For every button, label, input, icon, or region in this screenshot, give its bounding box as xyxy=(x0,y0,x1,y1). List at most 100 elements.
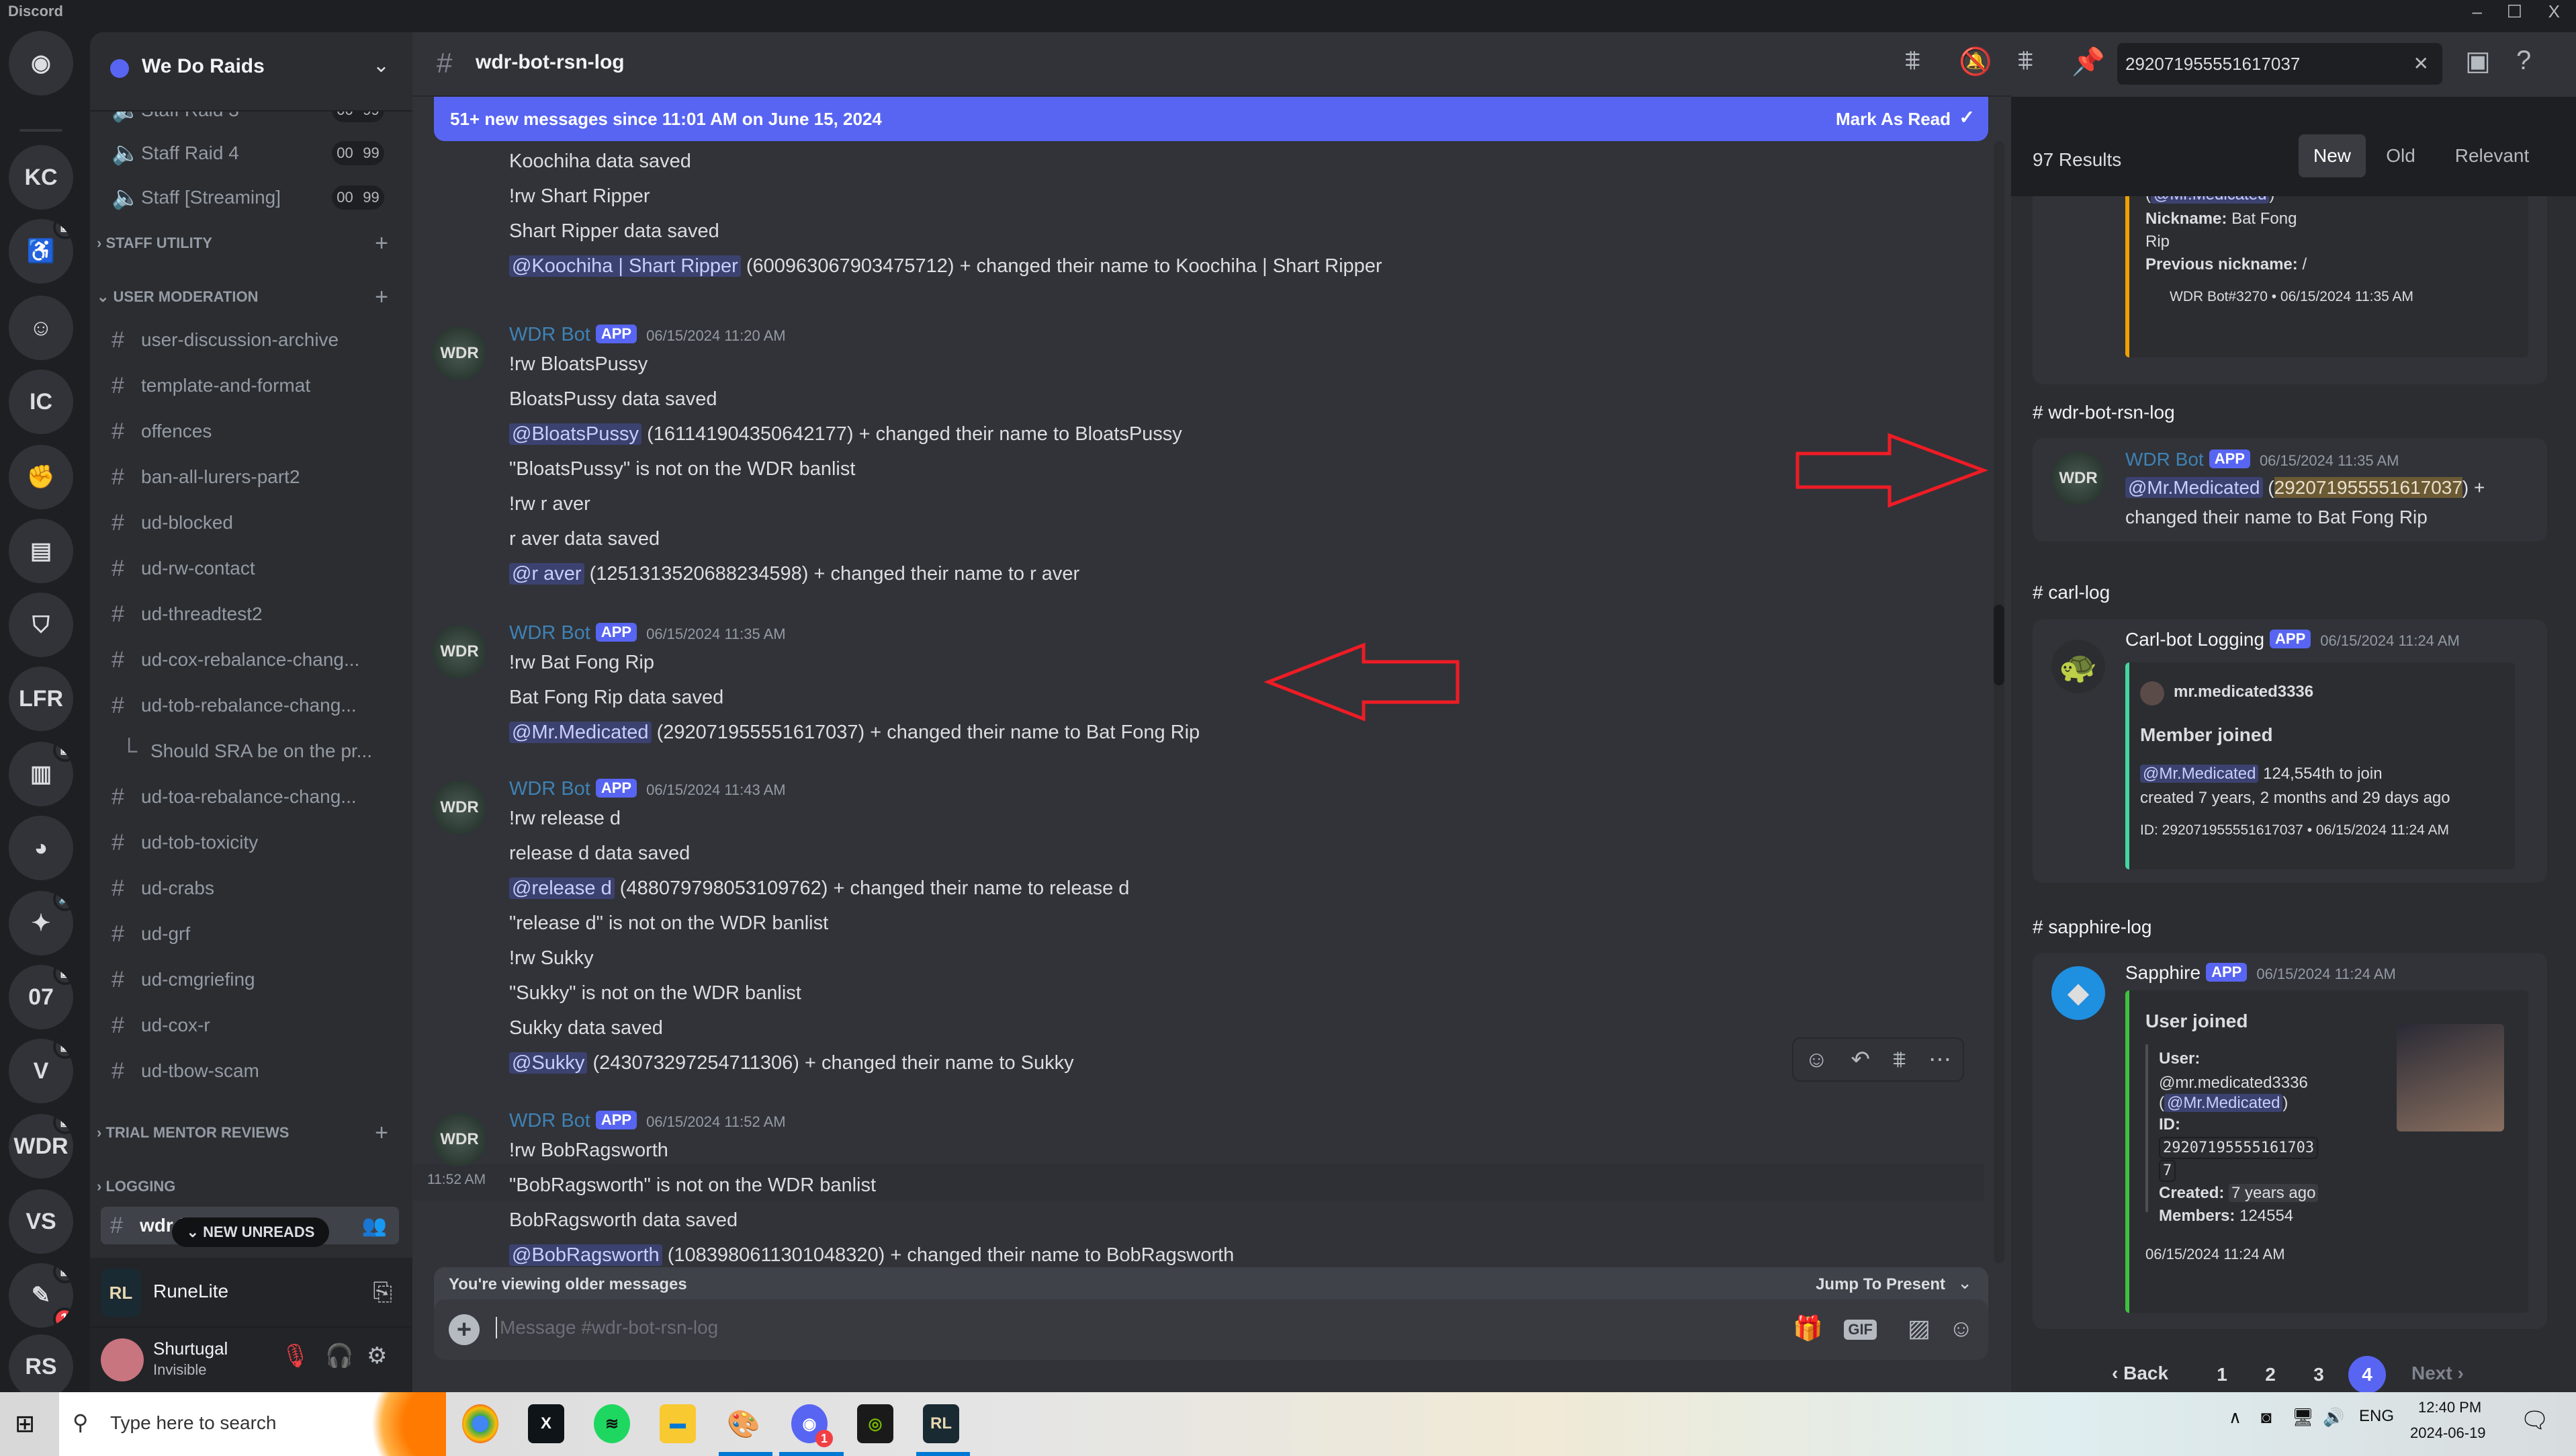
server-icon[interactable]: LFR xyxy=(9,667,73,731)
channel-item[interactable]: # offences xyxy=(102,413,400,450)
clear-search-icon[interactable]: ✕ xyxy=(2413,52,2429,75)
channel-item[interactable]: # ban-all-lurers-part2 xyxy=(102,458,400,496)
gear-icon[interactable]: ⚙ xyxy=(367,1342,387,1369)
wdr-bot-avatar[interactable]: WDR xyxy=(433,625,486,679)
server-icon[interactable]: V ▣ xyxy=(9,1039,73,1103)
wdr-bot-avatar[interactable]: WDR xyxy=(433,781,486,834)
channel-item[interactable]: # ud-crabs xyxy=(102,869,400,907)
file-explorer-icon[interactable]: ▬ xyxy=(660,1404,696,1443)
stream-game-icon[interactable]: ⎘ xyxy=(373,1278,392,1307)
upload-plus-icon[interactable]: + xyxy=(449,1314,480,1345)
channel-item[interactable]: # template-and-format xyxy=(102,367,400,404)
notifications-muted-icon[interactable]: 🔕 xyxy=(1959,46,1992,77)
chrome-icon[interactable] xyxy=(462,1404,498,1443)
author-name[interactable]: WDR Bot xyxy=(509,622,590,644)
channel-item[interactable]: └ Should SRA be on the pr... xyxy=(102,732,400,770)
user-mention[interactable]: @BobRagsworth xyxy=(509,1244,662,1266)
chat-scrollbar[interactable] xyxy=(1994,141,2004,1263)
server-icon[interactable]: ◕ xyxy=(9,816,73,880)
windows-start-icon[interactable]: ⊞ xyxy=(15,1410,35,1438)
server-icon[interactable]: ✎ ▣ 1 xyxy=(9,1263,73,1328)
page-2-button[interactable]: 2 xyxy=(2252,1356,2289,1394)
channel-item[interactable]: # ud-cmgriefing xyxy=(102,961,400,998)
page-3-button[interactable]: 3 xyxy=(2300,1356,2338,1394)
category-staff-utility[interactable]: › STAFF UTILITY + xyxy=(97,230,406,257)
page-4-button[interactable]: 4 xyxy=(2348,1356,2386,1394)
server-icon[interactable]: ✊ xyxy=(9,445,73,509)
category-trial-mentor-reviews[interactable]: › TRIAL MENTOR REVIEWS + xyxy=(97,1119,406,1146)
user-avatar[interactable] xyxy=(101,1338,144,1381)
threads-icon[interactable]: ⩨ xyxy=(1905,46,1920,76)
new-unreads-pill[interactable]: ⌄ NEW UNREADS xyxy=(172,1217,329,1247)
user-mention[interactable]: @Koochiha | Shart Ripper xyxy=(509,255,741,277)
mic-muted-icon[interactable]: 🎙 xyxy=(281,1342,310,1369)
user-mention[interactable]: @release d xyxy=(509,877,615,899)
add-channel-icon[interactable]: + xyxy=(375,1120,388,1146)
user-mention[interactable]: @Mr.Medicated xyxy=(509,722,652,743)
add-channel-icon[interactable]: + xyxy=(375,230,388,257)
search-result[interactable]: ◆ Sapphire APP 06/15/2024 11:24 AM User jo… xyxy=(2033,953,2547,1329)
runelite-taskbar-icon[interactable]: RL xyxy=(923,1404,959,1443)
server-icon[interactable]: KC xyxy=(9,145,73,210)
user-mention[interactable]: @BloatsPussy xyxy=(509,423,642,445)
emoji-icon[interactable]: ☺ xyxy=(1949,1314,1973,1342)
server-icon[interactable]: ☺ xyxy=(9,296,73,360)
channel-item[interactable]: # ud-threadtest2 xyxy=(102,595,400,633)
server-icon[interactable]: ▥ ▣ xyxy=(9,742,73,806)
gift-icon[interactable]: 🎁 xyxy=(1793,1314,1823,1342)
sticker-icon[interactable]: ▨ xyxy=(1908,1314,1930,1342)
invite-members-icon[interactable]: 👥 xyxy=(362,1214,387,1238)
user-mention[interactable]: @r aver xyxy=(509,563,584,585)
channel-item[interactable]: # ud-tob-toxicity xyxy=(102,824,400,861)
clock-date[interactable]: 2024-06-19 xyxy=(2410,1424,2486,1442)
pin-icon[interactable]: 📌 xyxy=(2072,46,2105,77)
x-app-icon[interactable]: X xyxy=(528,1404,564,1443)
maximize-button[interactable]: ☐ xyxy=(2507,1,2522,22)
voice-channel-staff-raid-4[interactable]: 🔈 Staff Raid 4 00 99 xyxy=(102,134,400,172)
search-result[interactable]: 🐢 Carl-bot Logging APP 06/15/2024 11:24 AM… xyxy=(2033,619,2547,883)
chevron-down-icon[interactable]: ⌄ xyxy=(373,54,390,77)
search-result[interactable]: WDR WDR Bot APP 06/15/2024 11:35 AM @Mr.Me… xyxy=(2033,438,2547,542)
server-icon[interactable]: WDR ▣ xyxy=(9,1114,73,1179)
wdr-bot-avatar[interactable]: WDR xyxy=(433,327,486,380)
page-1-button[interactable]: 1 xyxy=(2203,1356,2241,1394)
server-icon[interactable]: VS xyxy=(9,1189,73,1254)
author-name[interactable]: WDR Bot xyxy=(509,778,590,800)
author-name[interactable]: WDR Bot xyxy=(509,324,590,345)
clock-time[interactable]: 12:40 PM xyxy=(2418,1399,2481,1416)
user-mention[interactable]: @Sukky xyxy=(509,1052,588,1074)
channel-item[interactable]: # user-discussion-archive xyxy=(102,321,400,359)
jump-to-present-button[interactable]: Jump To Present xyxy=(1816,1275,1945,1294)
sort-relevant-tab[interactable]: Relevant xyxy=(2438,134,2546,177)
server-icon[interactable]: ♿ ▣ xyxy=(9,219,73,284)
server-icon[interactable]: ▤ xyxy=(9,519,73,583)
discord-taskbar-icon[interactable]: ◉ 1 xyxy=(791,1404,833,1447)
channel-item[interactable]: # ud-tbow-scam xyxy=(102,1052,400,1090)
wdr-bot-avatar[interactable]: WDR xyxy=(433,1113,486,1166)
next-button[interactable]: Next › xyxy=(2411,1363,2464,1384)
network-icon[interactable]: 🖥 xyxy=(2292,1407,2314,1428)
more-icon[interactable]: ⋯ xyxy=(1928,1046,1951,1073)
server-icon[interactable]: IC xyxy=(9,370,73,434)
gif-icon[interactable]: GIF xyxy=(1844,1320,1877,1340)
nvidia-icon[interactable]: ◎ xyxy=(857,1404,893,1443)
paint-icon[interactable]: 🎨 xyxy=(725,1404,762,1443)
create-thread-icon[interactable]: ⩨ xyxy=(1893,1047,1906,1073)
search-result[interactable]: (@Mr.Medicated) Nickname: Bat Fong Rip P… xyxy=(2033,196,2547,384)
spotify-icon[interactable]: ≋ xyxy=(594,1404,630,1443)
deafened-icon[interactable]: 🎧 xyxy=(325,1342,353,1369)
sort-new-tab[interactable]: New xyxy=(2299,134,2366,177)
category-user-moderation[interactable]: ⌄ USER MODERATION + xyxy=(97,284,406,310)
mark-as-read-button[interactable]: Mark As Read xyxy=(1836,109,1951,130)
add-reaction-icon[interactable]: ☺ xyxy=(1805,1047,1828,1073)
server-icon[interactable]: ◉ xyxy=(9,31,73,95)
volume-icon[interactable]: 🔊 xyxy=(2323,1407,2344,1428)
threads-icon[interactable]: ⩨ xyxy=(2018,46,2033,76)
voice-channel-staff-streaming[interactable]: 🔈 Staff [Streaming] 00 99 xyxy=(102,179,400,216)
server-icon[interactable]: RS xyxy=(9,1334,73,1399)
reply-icon[interactable]: ↶ xyxy=(1851,1046,1871,1073)
channel-item[interactable]: # ud-toa-rebalance-chang... xyxy=(102,778,400,816)
guild-header[interactable]: We Do Raids ⌄ xyxy=(90,32,412,112)
sort-old-tab[interactable]: Old xyxy=(2374,134,2428,177)
channel-item[interactable]: # ud-cox-r xyxy=(102,1007,400,1044)
